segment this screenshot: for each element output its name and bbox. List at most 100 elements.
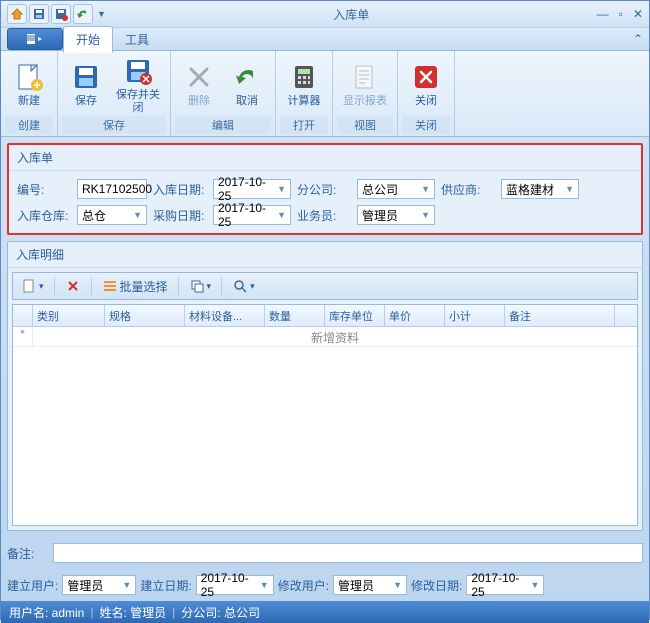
- column-header[interactable]: [13, 305, 33, 326]
- field-input[interactable]: 总公司▼: [357, 179, 435, 199]
- ribbon-new-button[interactable]: 新建: [5, 53, 53, 116]
- field-input[interactable]: 2017-10-25▼: [213, 179, 291, 199]
- field-input[interactable]: RK17102500: [77, 179, 147, 199]
- form-panel-title: 入库单: [9, 145, 641, 171]
- group-label: 视图: [337, 116, 393, 134]
- saveclose-icon: [122, 55, 154, 87]
- column-header[interactable]: 数量: [265, 305, 325, 326]
- delete-icon: [183, 61, 215, 93]
- ribbon-delete-button: 删除: [175, 53, 223, 116]
- toolbar-search-button[interactable]: ▾: [228, 276, 259, 296]
- toolbar-delete-button[interactable]: [61, 276, 85, 296]
- footer-row: 建立用户:管理员▼建立日期:2017-10-25▼修改用户:管理员▼修改日期:2…: [7, 575, 643, 595]
- window-title: 入库单: [106, 6, 597, 23]
- save-icon: [32, 7, 46, 21]
- qat-save-button[interactable]: [29, 4, 49, 24]
- column-header[interactable]: 类别: [33, 305, 105, 326]
- field-input[interactable]: 管理员▼: [357, 205, 435, 225]
- x-icon: [66, 279, 80, 293]
- remark-label: 备注:: [7, 545, 47, 562]
- close-icon: [410, 61, 442, 93]
- window-controls: — ▫ ✕: [597, 7, 643, 21]
- new-icon: [13, 61, 45, 93]
- dropdown-icon: ▼: [393, 580, 402, 590]
- footer-label: 建立用户:: [7, 577, 58, 594]
- ribbon-saveclose-button[interactable]: 保存并关闭: [110, 53, 166, 116]
- column-header[interactable]: 规格: [105, 305, 185, 326]
- dropdown-icon: ▼: [421, 210, 430, 220]
- search-icon: [233, 279, 247, 293]
- field-input[interactable]: 2017-10-25▼: [213, 205, 291, 225]
- file-menu-button[interactable]: [7, 28, 63, 50]
- remark-input[interactable]: [53, 543, 643, 563]
- footer-input[interactable]: 2017-10-25▼: [196, 575, 274, 595]
- toolbar-batch-select-button[interactable]: 批量选择: [98, 276, 172, 297]
- calc-icon: [288, 61, 320, 93]
- ribbon-group: 显示报表视图: [333, 51, 398, 136]
- detail-grid: 类别规格材料设备...数量库存单位单价小计备注 * 新增资料: [12, 304, 638, 526]
- column-header[interactable]: 备注: [505, 305, 615, 326]
- group-label: 创建: [5, 116, 53, 134]
- detail-panel: 入库明细 ▾ 批量选择 ▾ ▾ 类别规格材料设备...数量库存单位单价小计备注 …: [7, 241, 643, 531]
- remark-row: 备注:: [7, 543, 643, 563]
- footer-input[interactable]: 2017-10-25▼: [466, 575, 544, 595]
- column-header[interactable]: 库存单位: [325, 305, 385, 326]
- list-icon: [103, 279, 117, 293]
- dropdown-icon: ▼: [122, 580, 131, 590]
- footer-label: 建立日期:: [140, 577, 191, 594]
- field-input[interactable]: 蓝格建材▼: [501, 179, 579, 199]
- report-icon: [349, 61, 381, 93]
- footer-label: 修改日期:: [411, 577, 462, 594]
- dropdown-icon: ▼: [133, 210, 142, 220]
- qat-home-button[interactable]: [7, 4, 27, 24]
- undo-icon: [231, 61, 263, 93]
- grid-new-row[interactable]: * 新增资料: [13, 327, 637, 347]
- footer-input[interactable]: 管理员▼: [62, 575, 136, 595]
- field-input[interactable]: 总仓▼: [77, 205, 147, 225]
- column-header[interactable]: 小计: [445, 305, 505, 326]
- detail-panel-title: 入库明细: [8, 242, 642, 268]
- ribbon-collapse-icon[interactable]: ⌃: [633, 32, 643, 46]
- quick-access-toolbar: ▼: [7, 4, 106, 24]
- ribbon-group: 计算器打开: [276, 51, 333, 136]
- content-area: 入库单 编号:RK17102500入库日期:2017-10-25▼分公司:总公司…: [1, 137, 649, 601]
- field-label: 采购日期:: [153, 207, 207, 224]
- detail-toolbar: ▾ 批量选择 ▾ ▾: [12, 272, 638, 300]
- undo-icon: [76, 7, 90, 21]
- group-label: 保存: [62, 116, 166, 134]
- toolbar-copy-button[interactable]: ▾: [185, 276, 216, 296]
- footer-input[interactable]: 管理员▼: [333, 575, 407, 595]
- status-branch: 分公司: 总公司: [181, 604, 260, 621]
- saveclose-icon: [54, 7, 68, 21]
- status-name: 姓名: 管理员: [99, 604, 166, 621]
- dropdown-icon: ▼: [421, 184, 430, 194]
- grid-header: 类别规格材料设备...数量库存单位单价小计备注: [13, 305, 637, 327]
- toolbar-new-button[interactable]: ▾: [17, 276, 48, 296]
- ribbon-save-button[interactable]: 保存: [62, 53, 110, 116]
- column-header[interactable]: 材料设备...: [185, 305, 265, 326]
- minimize-button[interactable]: —: [597, 7, 609, 21]
- dropdown-icon: ▼: [565, 184, 574, 194]
- tab-start[interactable]: 开始: [63, 26, 113, 53]
- tab-tools[interactable]: 工具: [113, 27, 161, 52]
- ribbon-group: 新建创建: [1, 51, 58, 136]
- maximize-button[interactable]: ▫: [619, 7, 623, 21]
- close-window-button[interactable]: ✕: [633, 7, 643, 21]
- menubar: 开始 工具 ⌃: [1, 27, 649, 51]
- ribbon-undo-button[interactable]: 取消: [223, 53, 271, 116]
- field-label: 分公司:: [297, 181, 351, 198]
- grid-body: [13, 347, 637, 525]
- qat-dropdown-icon[interactable]: ▼: [97, 9, 106, 19]
- copy-icon: [190, 279, 204, 293]
- field-label: 入库日期:: [153, 181, 207, 198]
- dropdown-icon: ▼: [277, 184, 286, 194]
- ribbon-calc-button[interactable]: 计算器: [280, 53, 328, 116]
- form-panel: 入库单 编号:RK17102500入库日期:2017-10-25▼分公司:总公司…: [7, 143, 643, 235]
- status-user: 用户名: admin: [9, 604, 84, 621]
- column-header[interactable]: 单价: [385, 305, 445, 326]
- ribbon-close-button[interactable]: 关闭: [402, 53, 450, 116]
- ribbon-group: 保存保存并关闭保存: [58, 51, 171, 136]
- qat-saveclose-button[interactable]: [51, 4, 71, 24]
- qat-undo-button[interactable]: [73, 4, 93, 24]
- field-label: 供应商:: [441, 181, 495, 198]
